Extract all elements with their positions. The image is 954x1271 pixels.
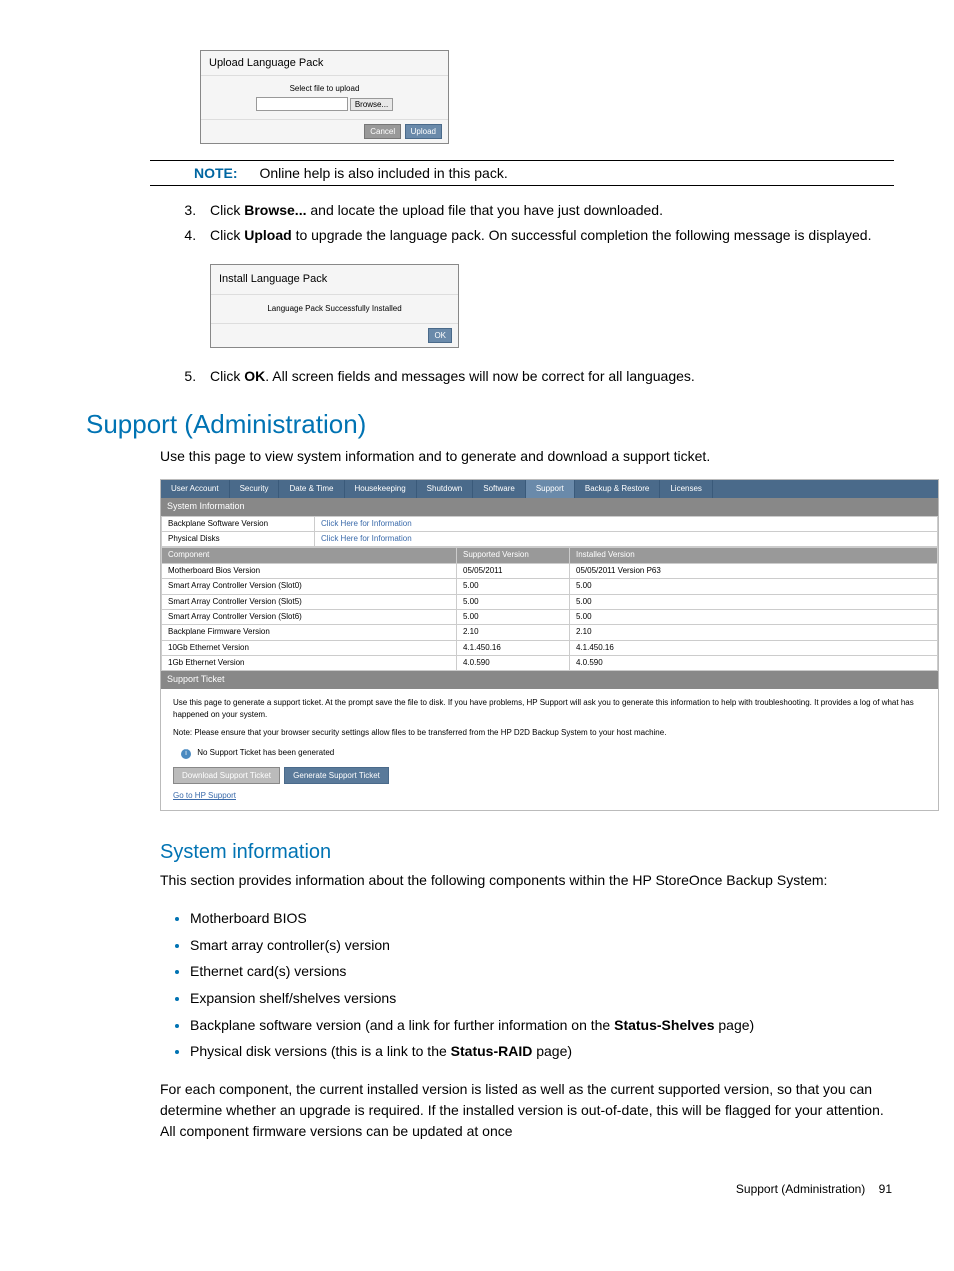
table-row: Smart Array Controller Version (Slot6)5.… [162,609,938,624]
support-ticket-panel: Support Ticket [161,671,938,689]
list-item: Backplane software version (and a link f… [190,1012,894,1039]
step-5: Click OK. All screen fields and messages… [200,366,894,387]
note-rule-top [150,160,894,161]
list-item: Smart array controller(s) version [190,932,894,959]
subsection-intro: This section provides information about … [160,870,894,891]
sysinfo-links-table: Backplane Software Version Click Here fo… [161,516,938,548]
support-admin-screenshot: User Account Security Date & Time Housek… [160,479,939,812]
tab-licenses[interactable]: Licenses [660,480,713,498]
file-upload-input[interactable] [256,97,348,111]
note-row: NOTE: Online help is also included in th… [194,165,894,181]
steps-list: Click Browse... and locate the upload fi… [160,200,894,387]
step-4: Click Upload to upgrade the language pac… [200,225,894,348]
table-row: Smart Array Controller Version (Slot5)5.… [162,594,938,609]
list-item: Ethernet card(s) versions [190,958,894,985]
tab-user-account[interactable]: User Account [161,480,230,498]
list-item: Expansion shelf/shelves versions [190,985,894,1012]
note-label: NOTE: [194,165,238,181]
cancel-button[interactable]: Cancel [364,124,401,139]
list-item: Physical disk versions (this is a link t… [190,1038,894,1065]
tab-support[interactable]: Support [526,480,575,498]
download-support-ticket-button[interactable]: Download Support Ticket [173,767,280,784]
dialog-title: Upload Language Pack [201,51,448,76]
table-row: 10Gb Ethernet Version4.1.450.164.1.450.1… [162,640,938,655]
sysinfo-versions-table: Component Supported Version Installed Ve… [161,547,938,671]
tab-bar: User Account Security Date & Time Housek… [161,480,938,498]
install-language-pack-dialog: Install Language Pack Language Pack Succ… [210,264,459,348]
page-footer: Support (Administration) 91 [60,1182,892,1196]
info-icon: i [181,749,191,759]
browse-button[interactable]: Browse... [350,98,393,111]
system-information-panel: System Information [161,498,938,516]
table-row: 1Gb Ethernet Version4.0.5904.0.590 [162,656,938,671]
subsection-heading: System information [160,841,894,864]
dialog-title: Install Language Pack [211,265,458,295]
tab-security[interactable]: Security [230,480,280,498]
table-row: Physical Disks Click Here for Informatio… [162,531,938,546]
table-header-row: Component Supported Version Installed Ve… [162,548,938,563]
list-item: Motherboard BIOS [190,905,894,932]
table-row: Motherboard Bios Version05/05/201105/05/… [162,563,938,578]
tab-shutdown[interactable]: Shutdown [417,480,474,498]
backplane-software-link[interactable]: Click Here for Information [315,516,938,531]
hp-support-link[interactable]: Go to HP Support [173,790,926,802]
section-heading: Support (Administration) [86,409,894,440]
dialog-body-text: Select file to upload [211,84,438,93]
ticket-description: Use this page to generate a support tick… [173,697,926,721]
physical-disks-link[interactable]: Click Here for Information [315,531,938,546]
dialog-body-text: Language Pack Successfully Installed [211,295,458,323]
upload-language-pack-dialog: Upload Language Pack Select file to uplo… [200,50,449,144]
ticket-note: Note: Please ensure that your browser se… [173,727,926,739]
ticket-status: No Support Ticket has been generated [197,748,334,757]
table-row: Backplane Software Version Click Here fo… [162,516,938,531]
tab-backup-restore[interactable]: Backup & Restore [575,480,660,498]
section-intro: Use this page to view system information… [160,446,894,467]
tab-software[interactable]: Software [473,480,526,498]
step-3: Click Browse... and locate the upload fi… [200,200,894,221]
generate-support-ticket-button[interactable]: Generate Support Ticket [284,767,389,784]
note-text: Online help is also included in this pac… [259,165,507,181]
table-row: Backplane Firmware Version2.102.10 [162,625,938,640]
components-list: Motherboard BIOS Smart array controller(… [160,905,894,1065]
upload-button[interactable]: Upload [405,124,442,139]
tab-date-time[interactable]: Date & Time [279,480,344,498]
subsection-body: For each component, the current installe… [160,1079,894,1142]
ok-button[interactable]: OK [428,328,452,343]
table-row: Smart Array Controller Version (Slot0)5.… [162,579,938,594]
note-rule-bottom [150,185,894,186]
tab-housekeeping[interactable]: Housekeeping [345,480,417,498]
